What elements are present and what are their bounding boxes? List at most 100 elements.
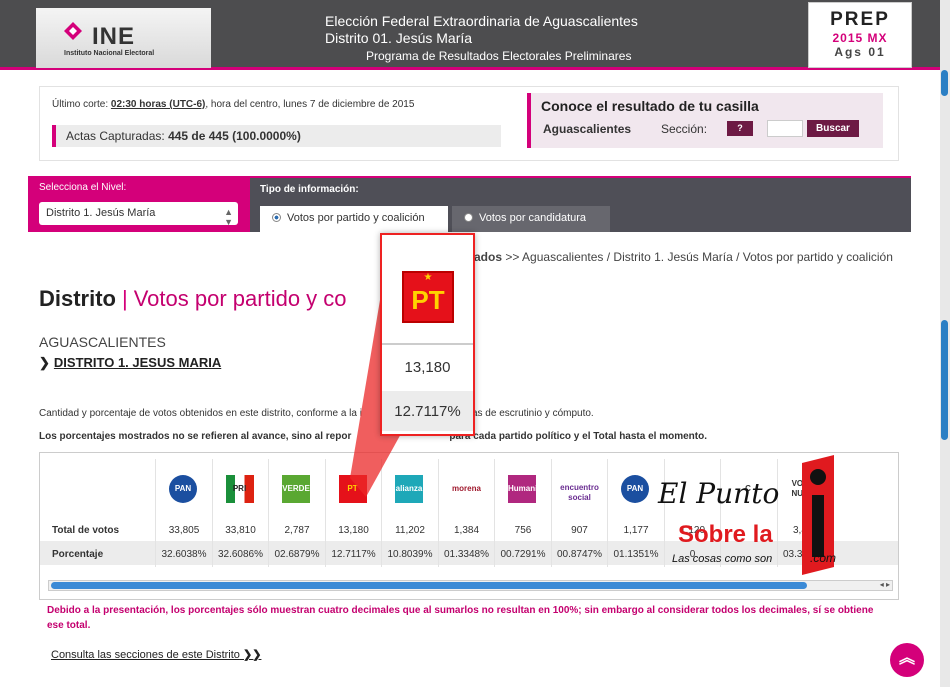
party-logo-icon: encuentro social	[560, 483, 599, 502]
page-title-sub: Votos por partido y co	[133, 286, 347, 311]
breadcrumb: tados >> Aguascalientes / Distrito 1. Je…	[470, 250, 893, 264]
radio-selected-icon[interactable]	[272, 213, 281, 222]
party-column: PAN 33,805 32.6038%	[155, 459, 211, 567]
prep-logo-ags: Ags 01	[834, 45, 886, 59]
search-button[interactable]: Buscar	[807, 120, 859, 137]
watermark-domain: .com	[810, 551, 837, 565]
party-votes: 756	[514, 525, 532, 536]
percentage-note: Los porcentajes mostrados no se refieren…	[39, 431, 707, 442]
consulta-secciones-link[interactable]: Consulta las secciones de este Distrito …	[51, 648, 261, 661]
horizontal-scrollbar[interactable]: ◂ ▸	[48, 580, 893, 591]
party-logo-icon: alianza	[395, 475, 423, 503]
watermark-line2: Sobre la	[678, 521, 773, 548]
last-cut-prefix: Último corte:	[52, 99, 111, 110]
party-column: VERDE 2,787 02.6879%	[268, 459, 324, 567]
party-column: Humanista 756 00.7291%	[494, 459, 550, 567]
seccion-label: Sección:	[661, 122, 708, 136]
tab-votos-partido-label: Votos por partido y coalición	[287, 212, 425, 224]
party-votes: 1,384	[453, 525, 480, 536]
seccion-input[interactable]	[767, 120, 803, 137]
party-column: alianza 11,202 10.8039%	[381, 459, 437, 567]
percentage-note-part1: Los porcentajes mostrados no se refieren…	[39, 431, 352, 442]
radio-icon[interactable]	[464, 213, 473, 222]
last-cut-time[interactable]: 02:30 horas (UTC-6)	[111, 99, 205, 110]
party-logo-icon: Humanista	[508, 475, 549, 503]
nivel-label: Selecciona el Nivel:	[39, 182, 127, 193]
party-logo-icon: PAN	[169, 475, 197, 503]
horizontal-scrollbar-thumb[interactable]	[51, 582, 807, 589]
description-part2: as de escrutinio y cómputo.	[471, 408, 594, 419]
pt-star-icon: ★	[423, 272, 433, 283]
distrito-link-label: DISTRITO 1. JESUS MARIA	[53, 355, 222, 370]
party-percentage: 00.7291%	[500, 549, 546, 560]
party-votes: 2,787	[284, 525, 310, 536]
page-title: Distrito | Votos por partido y co	[39, 286, 347, 312]
tab-votos-partido[interactable]: Votos por partido y coalición	[260, 206, 448, 232]
breadcrumb-path[interactable]: >> Aguascalientes / Distrito 1. Jesús Ma…	[502, 250, 893, 264]
party-votes: 13,180	[338, 525, 369, 536]
consulta-secciones-label: Consulta las secciones de este Distrito	[51, 649, 240, 661]
scroll-arrows-icon[interactable]: ◂ ▸	[880, 580, 890, 589]
scroll-to-top-button[interactable]: ︽	[890, 643, 924, 677]
tab-votos-candidatura-label: Votos por candidatura	[479, 212, 587, 224]
info-panel: Último corte: 02:30 horas (UTC-6), hora …	[39, 86, 899, 161]
actas-label: Actas Capturadas:	[66, 129, 169, 143]
vertical-scrollbar-top-thumb[interactable]	[941, 70, 948, 96]
party-votes: 11,202	[395, 525, 425, 536]
party-column: morena 1,384 01.3348%	[437, 459, 494, 567]
election-title: Elección Federal Extraordinaria de Aguas…	[325, 13, 638, 47]
casilla-search-panel: Conoce el resultado de tu casilla Aguasc…	[527, 93, 883, 148]
casilla-state: Aguascalientes	[543, 122, 632, 136]
last-cut-suffix: , hora del centro, lunes 7 de diciembre …	[205, 99, 415, 110]
nivel-select[interactable]: Distrito 1. Jesús María ▲ ▼	[39, 202, 238, 227]
description-part1: Cantidad y porcentaje de votos obtenidos…	[39, 408, 362, 419]
party-percentage: 32.6086%	[217, 549, 264, 560]
vertical-scrollbar-thumb[interactable]	[941, 320, 948, 440]
party-logo-icon: VERDE	[282, 475, 310, 503]
zoom-popup: PT ★ 13,180 12.7117%	[380, 233, 475, 436]
tipo-label: Tipo de información:	[260, 184, 359, 195]
party-percentage: 00.8747%	[556, 549, 603, 560]
ine-logo-subtitle: Instituto Nacional Electoral	[64, 50, 155, 57]
party-percentage: 01.3348%	[443, 549, 490, 560]
zoom-percentage: 12.7117%	[382, 391, 473, 431]
ine-logo-text: INE	[92, 23, 136, 50]
program-subtitle: Programa de Resultados Electorales Preli…	[366, 49, 632, 63]
prep-logo-title: PREP	[830, 9, 890, 30]
zoom-votes: 13,180	[404, 359, 451, 376]
prep-logo-year: 2015 MX	[832, 31, 888, 45]
party-percentage: 12.7117%	[331, 549, 376, 560]
prep-logo[interactable]: PREP 2015 MX Ags 01	[808, 2, 912, 68]
header: INE Instituto Nacional Electoral Elecció…	[0, 0, 940, 70]
selector-bar: Selecciona el Nivel: Distrito 1. Jesús M…	[28, 176, 911, 232]
seccion-help-button[interactable]: ?	[727, 121, 753, 136]
party-percentage: 32.6038%	[161, 549, 207, 560]
party-column: encuentro social 907 00.8747%	[550, 459, 607, 567]
title-separator: |	[122, 286, 128, 311]
party-votes: 907	[571, 525, 588, 536]
chevron-up-icon: ︽	[898, 650, 915, 667]
watermark: El Punto Sobre la Las cosas como son .co…	[650, 455, 850, 580]
party-logo-icon: PRI	[225, 475, 254, 503]
tab-votos-candidatura[interactable]: Votos por candidatura	[452, 206, 610, 232]
election-title-line1: Elección Federal Extraordinaria de Aguas…	[325, 13, 638, 29]
watermark-line1: El Punto	[658, 477, 780, 510]
party-column: PRI 33,810 32.6086%	[211, 459, 268, 567]
party-logo-icon: PAN	[621, 475, 649, 503]
page-title-main: Distrito	[39, 286, 116, 311]
ine-logo-box[interactable]: INE Instituto Nacional Electoral	[36, 8, 211, 68]
double-chevron-icon: ❯❯	[243, 649, 262, 661]
estado-name: AGUASCALIENTES	[39, 334, 166, 350]
actas-value: 445 de 445 (100.0000%)	[168, 129, 301, 143]
casilla-title: Conoce el resultado de tu casilla	[541, 98, 759, 114]
party-column: PT 13,180 12.7117%	[324, 459, 381, 567]
ine-logo-icon	[64, 22, 82, 40]
party-votes: 33,805	[168, 525, 200, 536]
party-votes: 33,810	[225, 525, 256, 536]
description: Cantidad y porcentaje de votos obtenidos…	[39, 408, 619, 419]
percentage-label: Porcentaje	[52, 549, 104, 560]
total-votes-label: Total de votos	[52, 525, 120, 536]
zoom-divider	[382, 343, 473, 345]
distrito-link[interactable]: ❯ DISTRITO 1. JESUS MARIA	[39, 355, 221, 371]
chevron-right-icon: ❯	[39, 355, 50, 370]
